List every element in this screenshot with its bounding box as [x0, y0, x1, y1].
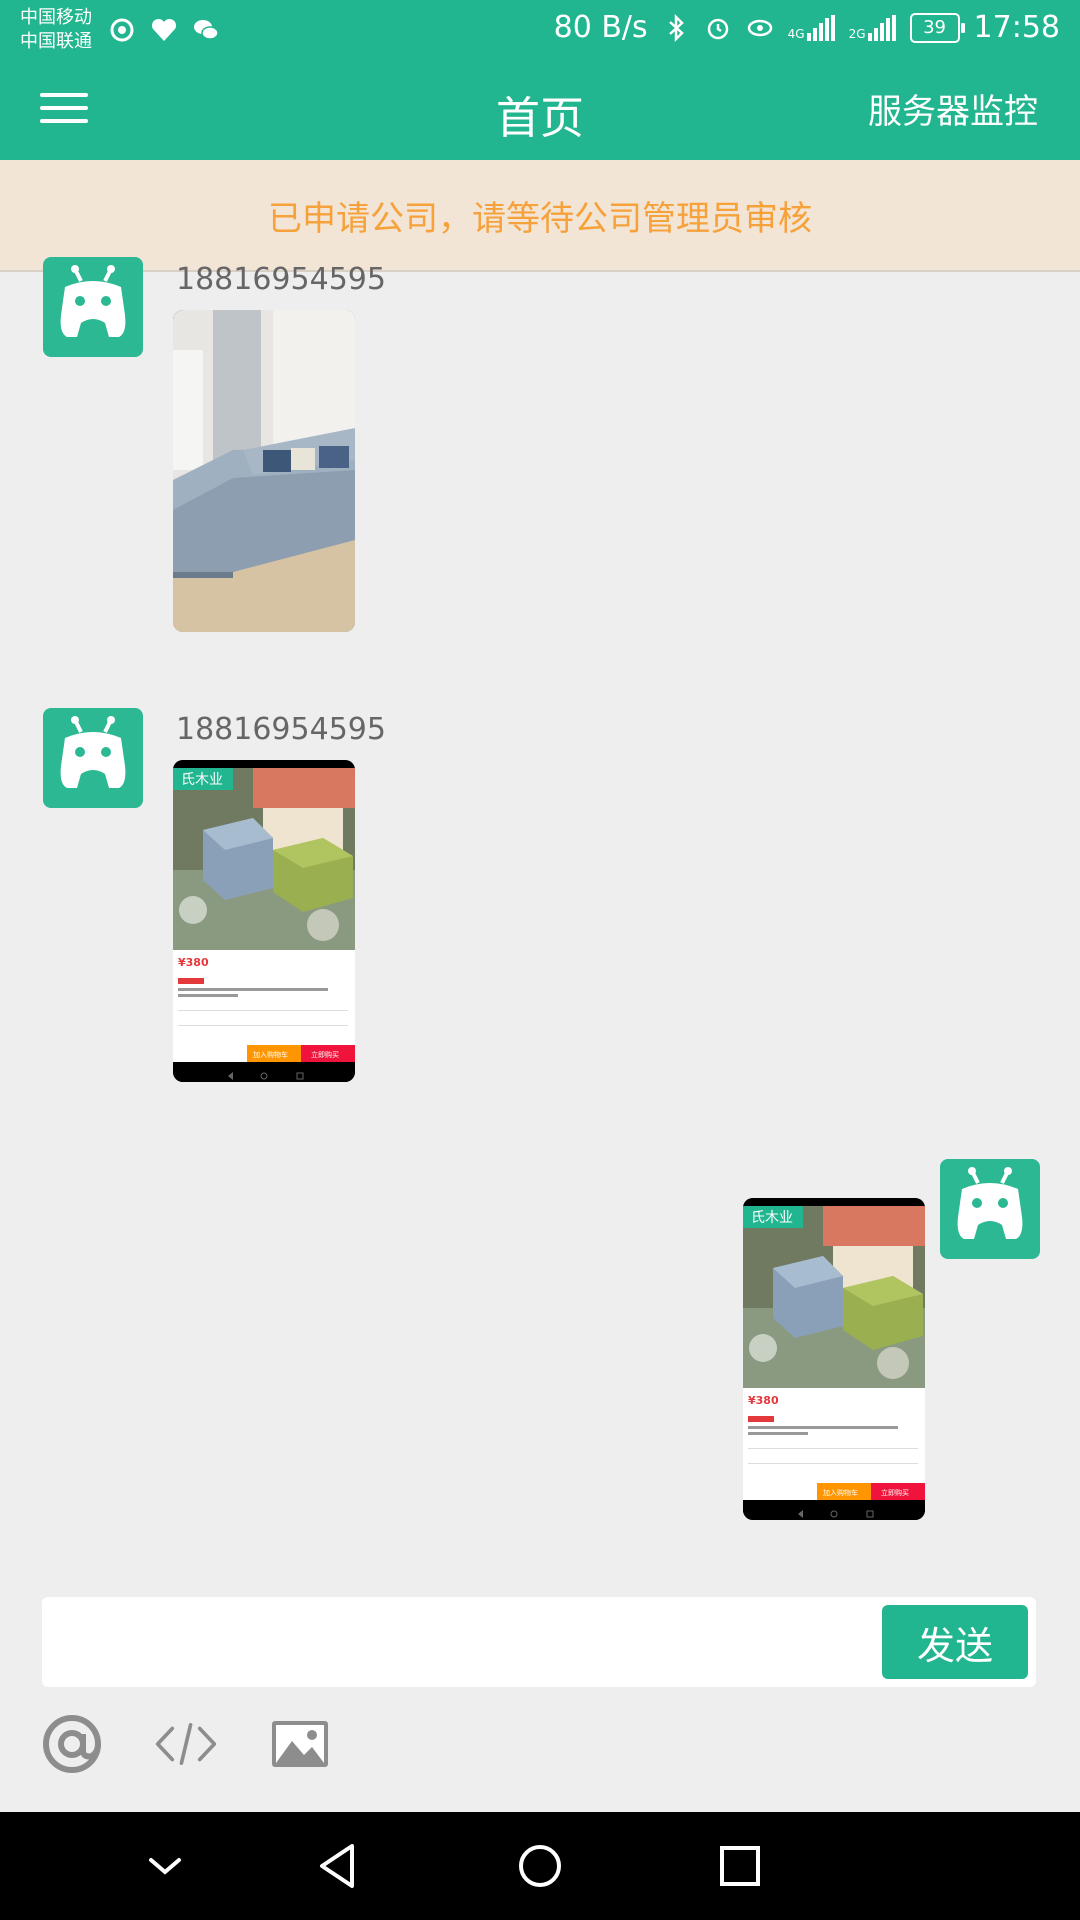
signal-bars-icon	[806, 14, 835, 41]
code-icon[interactable]	[154, 1712, 218, 1776]
app-bar: 首页 服务器监控	[0, 60, 1080, 160]
at-icon[interactable]	[40, 1712, 104, 1776]
robot-avatar-icon	[957, 1167, 1023, 1239]
eye-icon	[747, 19, 772, 36]
price-label: ¥380	[748, 1394, 779, 1407]
server-monitor-button[interactable]: 服务器监控	[868, 84, 1038, 133]
system-status: 80 B/s 4G 2G 39 17:58	[554, 10, 1060, 45]
clock: 17:58	[973, 10, 1060, 45]
alarm-icon	[707, 18, 728, 39]
brand-label: 氏木业	[751, 1210, 793, 1226]
carrier-2: 中国联通	[20, 31, 92, 52]
approval-notice-banner: 已申请公司，请等待公司管理员审核	[0, 160, 1080, 272]
image-icon[interactable]	[268, 1712, 332, 1776]
recents-icon[interactable]	[712, 1838, 768, 1894]
system-nav-bar	[0, 1812, 1080, 1920]
wechat-icon	[194, 20, 219, 40]
robot-avatar-icon	[60, 265, 126, 337]
carrier-info: 中国移动 中国联通	[20, 6, 92, 54]
message-input[interactable]	[52, 1605, 886, 1679]
sender-name: 18816954595	[176, 712, 386, 747]
net-speed: 80 B/s	[553, 10, 648, 45]
signal-2g: 2G	[848, 14, 896, 41]
sender-name: 18816954595	[176, 262, 386, 297]
status-bar: 中国移动 中国联通 80 B/s 4G 2G 39 17:58	[0, 0, 1080, 60]
brand-label: 氏木业	[181, 772, 223, 788]
avatar[interactable]	[43, 708, 143, 808]
signal-4g: 4G	[787, 14, 835, 41]
heart-icon	[151, 18, 177, 41]
product-screenshot: 氏木业 ¥380 加入购物车 立即购买	[173, 760, 355, 1082]
price-label: ¥380	[178, 956, 209, 969]
carrier-1: 中国移动	[20, 7, 92, 28]
signal-bars-icon	[867, 14, 896, 41]
message-image-product[interactable]: 氏木业 ¥380 加入购物车 立即购买	[743, 1198, 925, 1520]
avatar[interactable]	[43, 257, 143, 357]
add-cart-label: 加入购物车	[823, 1488, 858, 1497]
chevron-down-icon[interactable]	[137, 1838, 193, 1894]
product-screenshot: 氏木业 ¥380 加入购物车 立即购买	[743, 1198, 925, 1520]
sofa-photo	[173, 310, 355, 632]
notification-icons	[108, 16, 220, 44]
message-image-product[interactable]: 氏木业 ¥380 加入购物车 立即购买	[173, 760, 355, 1082]
message-composer: 发送	[42, 1597, 1036, 1687]
home-icon[interactable]	[512, 1838, 568, 1894]
swirl-app-icon	[110, 18, 134, 42]
signal-2g-label: 2G	[848, 26, 866, 41]
add-cart-label: 加入购物车	[253, 1050, 288, 1059]
buy-now-label: 立即购买	[881, 1488, 909, 1497]
robot-avatar-icon	[60, 716, 126, 788]
battery-indicator: 39	[909, 12, 965, 43]
message-image-sofa[interactable]	[173, 310, 355, 632]
composer-toolbar	[40, 1712, 332, 1776]
send-button[interactable]: 发送	[882, 1605, 1028, 1679]
back-icon[interactable]	[312, 1838, 368, 1894]
bluetooth-icon	[668, 13, 684, 42]
avatar[interactable]	[940, 1159, 1040, 1259]
signal-4g-label: 4G	[787, 26, 805, 41]
approval-notice-text: 已申请公司，请等待公司管理员审核	[268, 198, 812, 239]
buy-now-label: 立即购买	[311, 1050, 339, 1059]
